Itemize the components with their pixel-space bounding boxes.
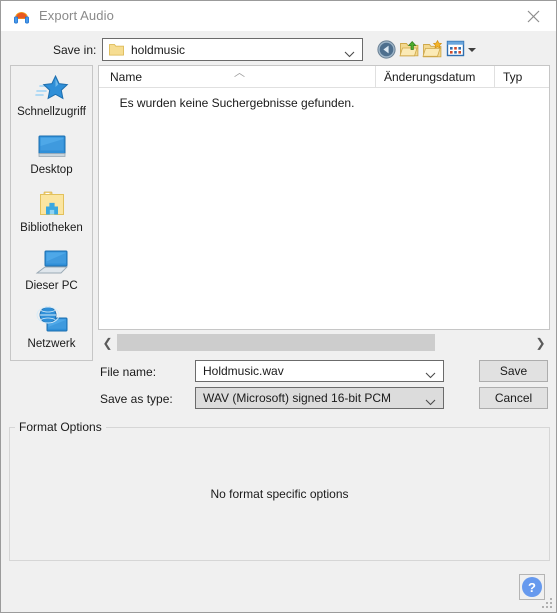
column-header-type[interactable]: Typ (494, 66, 551, 88)
save-in-combo[interactable]: holdmusic (102, 38, 363, 61)
export-audio-dialog: Export Audio Save in: holdmusic Schnellz… (0, 0, 557, 613)
sidebar-item-bibliotheken[interactable]: Bibliotheken (11, 186, 92, 244)
empty-results-message: Es wurden keine Suchergebnisse gefunden. (119, 96, 355, 110)
view-grid-icon[interactable] (446, 39, 476, 60)
file-name-value: Holdmusic.wav (203, 364, 284, 378)
file-list-panel[interactable]: Name ︿ Änderungsdatum Typ Es wurden kein… (98, 65, 550, 330)
column-header-name-label: Name (110, 70, 143, 84)
network-globe-icon (11, 302, 92, 336)
close-icon[interactable] (511, 1, 556, 31)
sidebar-item-desktop[interactable]: Desktop (11, 128, 92, 186)
cancel-button[interactable]: Cancel (479, 387, 548, 409)
title-bar: Export Audio (1, 1, 556, 31)
folder-icon (109, 43, 124, 56)
chevron-down-icon[interactable] (425, 368, 436, 382)
audacity-headphones-icon (13, 8, 30, 25)
folder-up-icon[interactable] (399, 39, 420, 60)
help-button[interactable]: ? (519, 574, 545, 600)
save-as-type-select[interactable]: WAV (Microsoft) signed 16-bit PCM (195, 387, 444, 409)
horizontal-scrollbar[interactable]: ❮ ❯ (98, 332, 550, 354)
sidebar-item-label: Dieser PC (25, 280, 78, 292)
new-folder-icon[interactable] (422, 39, 443, 60)
scroll-left-icon[interactable]: ❮ (99, 332, 116, 354)
back-arrow-icon[interactable] (376, 39, 397, 60)
column-header-date-label: Änderungsdatum (384, 70, 476, 84)
save-in-label: Save in: (53, 43, 97, 57)
star-icon (11, 70, 92, 104)
places-sidebar: Schnellzugriff Desktop Bibliotheken Dies… (10, 65, 93, 361)
chevron-down-icon (344, 47, 355, 61)
scrollbar-thumb[interactable] (117, 334, 435, 351)
libraries-folder-icon (11, 186, 92, 220)
sidebar-item-label: Bibliotheken (20, 222, 83, 234)
sidebar-item-netzwerk[interactable]: Netzwerk (11, 302, 92, 360)
dropdown-arrow-icon (468, 48, 476, 52)
window-title: Export Audio (39, 8, 114, 23)
resize-grip[interactable] (542, 598, 553, 609)
sort-ascending-icon: ︿ (234, 67, 245, 79)
sidebar-item-dieser-pc[interactable]: Dieser PC (11, 244, 92, 302)
save-button[interactable]: Save (479, 360, 548, 382)
column-header-name[interactable]: Name ︿ (99, 66, 375, 88)
sidebar-item-schnellzugriff[interactable]: Schnellzugriff (11, 70, 92, 128)
format-options-message: No format specific options (210, 487, 349, 501)
file-name-input[interactable]: Holdmusic.wav (195, 360, 444, 382)
sidebar-item-label: Schnellzugriff (17, 106, 86, 118)
save-in-value: holdmusic (131, 43, 186, 57)
save-as-type-value: WAV (Microsoft) signed 16-bit PCM (203, 391, 392, 405)
file-name-label: File name: (100, 365, 157, 379)
monitor-icon (11, 128, 92, 162)
sidebar-item-label: Desktop (30, 164, 73, 176)
column-header-row: Name ︿ Änderungsdatum Typ (99, 66, 549, 88)
column-header-type-label: Typ (503, 70, 523, 84)
sidebar-item-label: Netzwerk (27, 338, 76, 350)
column-header-date[interactable]: Änderungsdatum (375, 66, 494, 88)
save-as-type-label: Save as type: (100, 392, 173, 406)
chevron-down-icon[interactable] (425, 395, 436, 409)
scroll-right-icon[interactable]: ❯ (532, 332, 549, 354)
question-mark-icon: ? (522, 577, 542, 597)
computer-icon (11, 244, 92, 278)
